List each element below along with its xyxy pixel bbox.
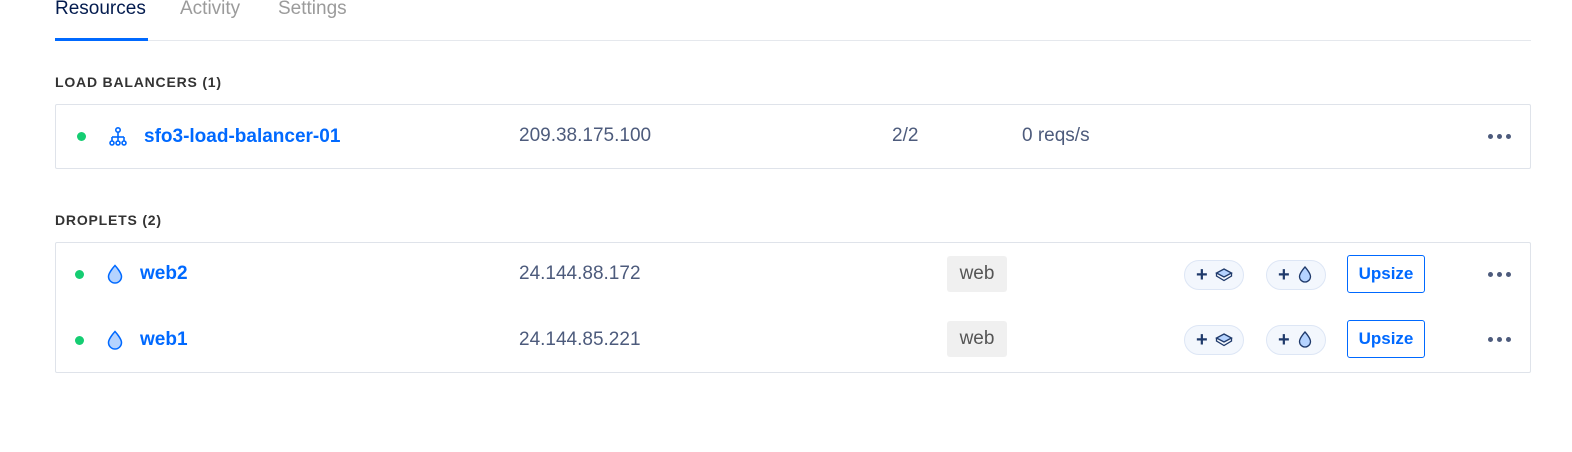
droplet-row[interactable]: web1 24.144.85.221 web + + Upsize	[56, 308, 1530, 372]
droplet-icon	[107, 264, 123, 284]
status-indicator	[75, 270, 84, 279]
plus-icon: +	[1278, 264, 1290, 286]
load-balancer-row[interactable]: sfo3-load-balancer-01 209.38.175.100 2/2…	[56, 105, 1530, 169]
status-indicator	[75, 336, 84, 345]
add-droplet-button[interactable]: +	[1266, 325, 1326, 355]
upsize-button[interactable]: Upsize	[1347, 255, 1425, 293]
droplet-ip: 24.144.85.221	[519, 329, 641, 350]
droplets-list: web2 24.144.88.172 web + + Upsize web1 2…	[55, 242, 1531, 373]
tab-resources[interactable]: Resources	[55, 0, 146, 20]
add-volume-button[interactable]: +	[1184, 260, 1244, 290]
load-balancer-ip: 209.38.175.100	[519, 125, 652, 146]
droplet-icon	[1298, 331, 1312, 348]
add-volume-button[interactable]: +	[1184, 325, 1244, 355]
tab-settings[interactable]: Settings	[278, 0, 347, 20]
droplet-tag[interactable]: web	[947, 256, 1007, 292]
droplet-name-link[interactable]: web1	[140, 329, 188, 351]
tab-activity[interactable]: Activity	[180, 0, 240, 20]
active-tab-indicator	[55, 38, 148, 41]
more-horizontal-icon[interactable]	[1487, 270, 1513, 280]
load-balancer-request-rate: 0 reqs/s	[1022, 125, 1090, 146]
load-balancer-name-link[interactable]: sfo3-load-balancer-01	[144, 126, 340, 148]
status-indicator	[77, 132, 86, 141]
load-balancer-nodes: 2/2	[892, 125, 919, 146]
droplet-name-link[interactable]: web2	[140, 263, 188, 285]
load-balancers-heading: LOAD BALANCERS (1)	[55, 74, 222, 90]
volume-icon	[1215, 333, 1233, 347]
droplet-icon	[107, 330, 123, 350]
plus-icon: +	[1196, 264, 1208, 286]
droplets-heading: DROPLETS (2)	[55, 212, 162, 228]
droplet-ip: 24.144.88.172	[519, 263, 641, 284]
upsize-button[interactable]: Upsize	[1347, 320, 1425, 358]
volume-icon	[1215, 268, 1233, 282]
tab-bar: Resources Activity Settings	[55, 0, 1531, 41]
plus-icon: +	[1278, 329, 1290, 351]
droplet-tag[interactable]: web	[947, 321, 1007, 357]
add-droplet-button[interactable]: +	[1266, 260, 1326, 290]
load-balancer-icon	[109, 127, 127, 146]
more-horizontal-icon[interactable]	[1487, 132, 1513, 142]
load-balancers-list: sfo3-load-balancer-01 209.38.175.100 2/2…	[55, 104, 1531, 169]
more-horizontal-icon[interactable]	[1487, 335, 1513, 345]
plus-icon: +	[1196, 329, 1208, 351]
droplet-icon	[1298, 266, 1312, 283]
droplet-row[interactable]: web2 24.144.88.172 web + + Upsize	[56, 243, 1530, 307]
